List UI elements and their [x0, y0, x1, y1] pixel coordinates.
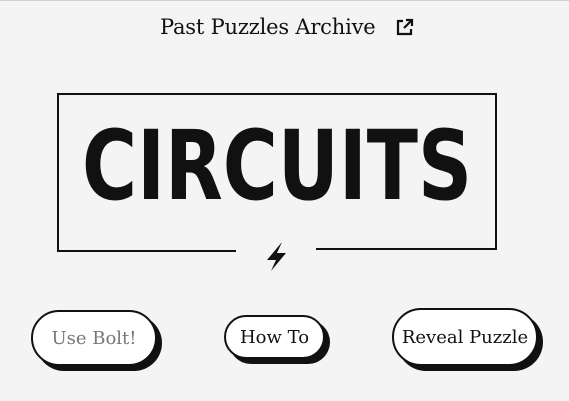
- use-bolt-label: Use Bolt!: [51, 327, 137, 349]
- use-bolt-button[interactable]: Use Bolt!: [31, 310, 157, 366]
- how-to-button[interactable]: How To: [224, 315, 325, 359]
- logo-wordmark: CIRCUITS: [82, 110, 472, 222]
- reveal-puzzle-button[interactable]: Reveal Puzzle: [392, 308, 538, 366]
- reveal-puzzle-label: Reveal Puzzle: [401, 326, 529, 348]
- lightning-bolt-icon: [267, 242, 286, 271]
- how-to-label: How To: [239, 326, 310, 348]
- circuits-logo: CIRCUITS: [57, 93, 497, 271]
